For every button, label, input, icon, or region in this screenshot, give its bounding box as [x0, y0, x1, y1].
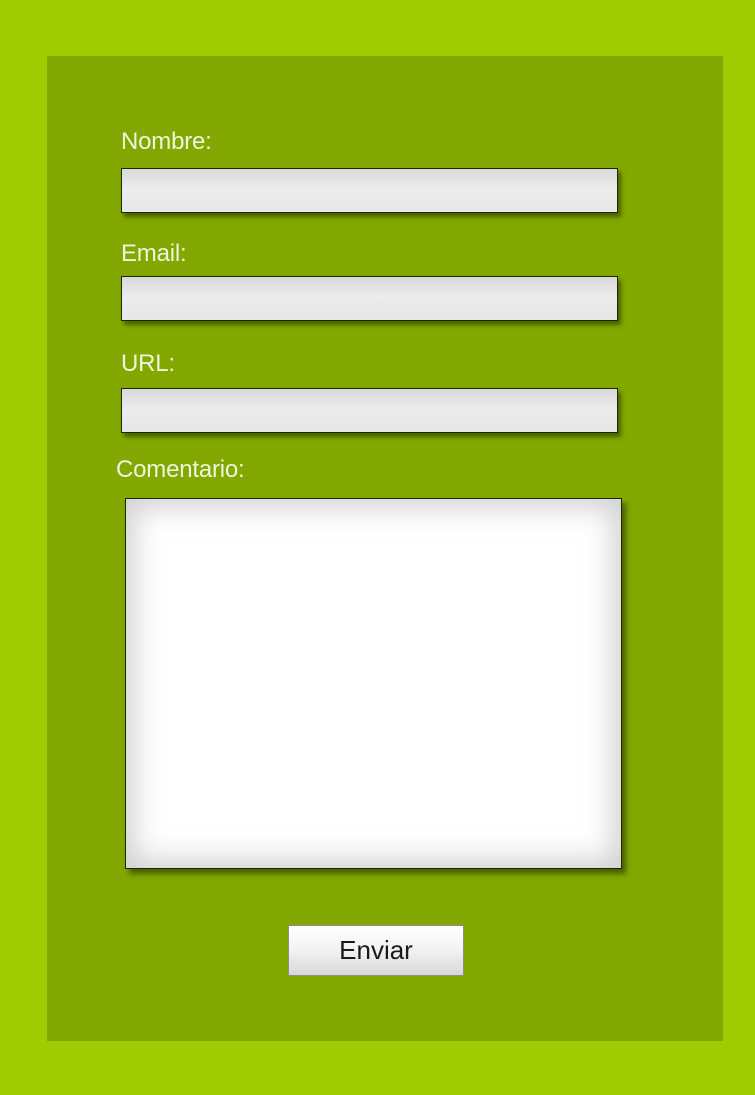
send-button[interactable]: Enviar: [288, 925, 464, 976]
email-label: Email:: [121, 240, 187, 267]
comment-label: Comentario:: [116, 456, 245, 483]
comment-textarea[interactable]: [125, 498, 622, 869]
name-label: Nombre:: [121, 128, 212, 155]
name-input[interactable]: [121, 168, 618, 213]
email-input[interactable]: [121, 276, 618, 321]
url-label: URL:: [121, 350, 175, 377]
url-input[interactable]: [121, 388, 618, 433]
